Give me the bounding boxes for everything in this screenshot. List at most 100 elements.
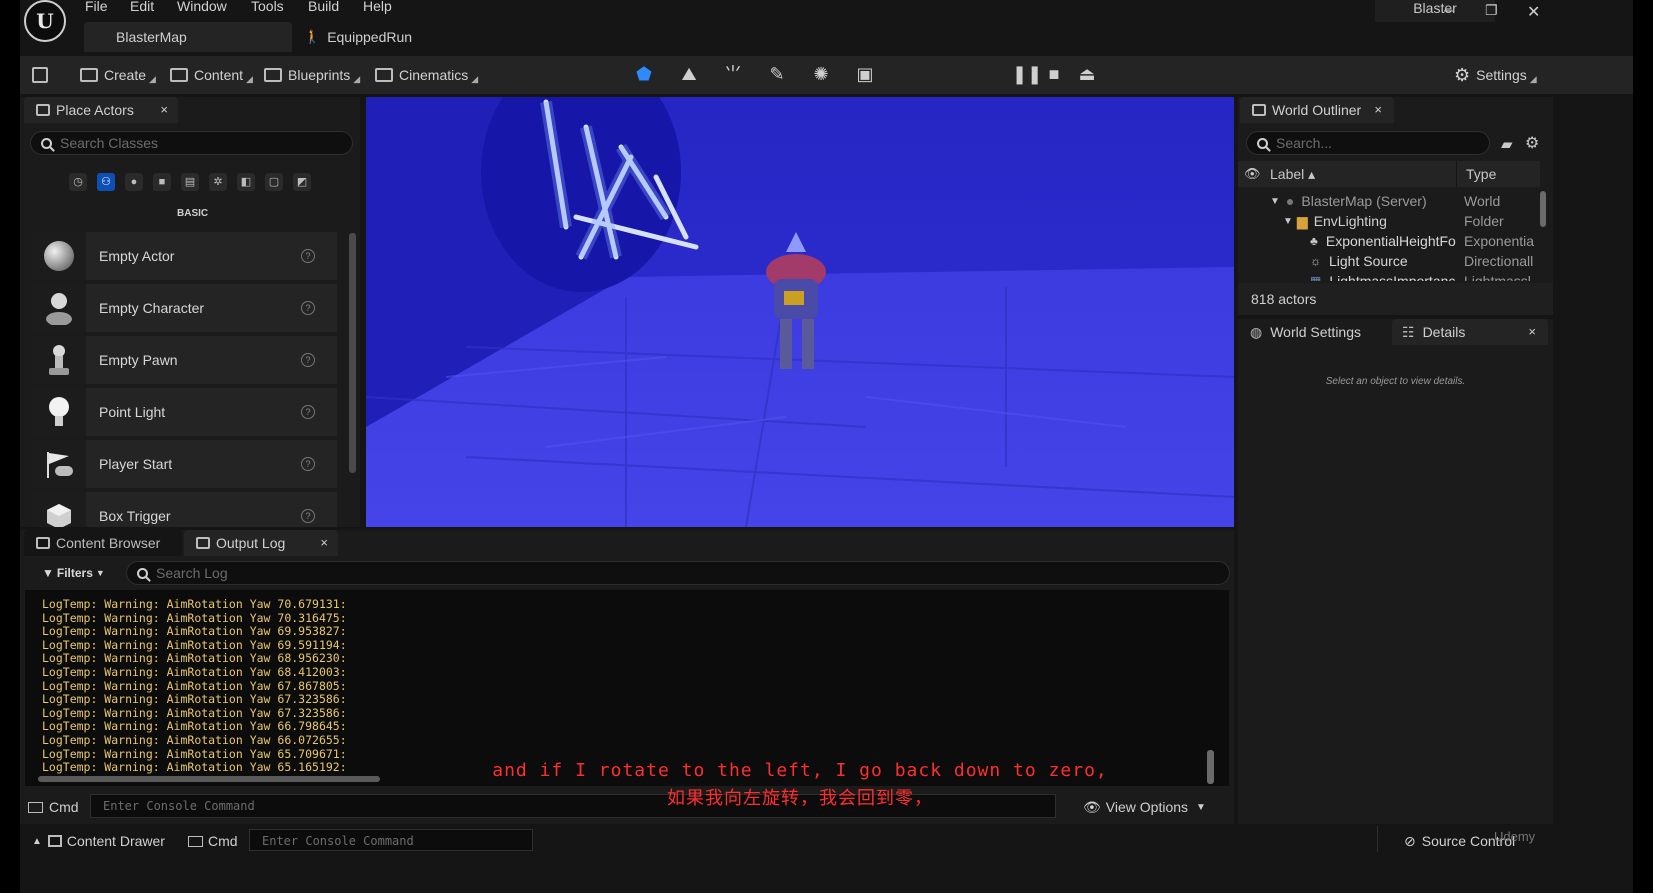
settings-button[interactable]: ⚙ Settings ◢ xyxy=(1454,56,1537,94)
tab-blastermap[interactable]: BlasterMap xyxy=(84,22,292,52)
unreal-logo-icon[interactable]: U xyxy=(24,0,66,42)
tab-equippedrun[interactable]: 🚶 EquippedRun xyxy=(304,22,444,52)
search-classes-input[interactable]: Search Classes xyxy=(30,131,353,155)
search-log-input[interactable]: Search Log xyxy=(126,561,1230,585)
outliner-row[interactable]: ▼ ▆ EnvLighting Folder xyxy=(1238,211,1538,231)
cmd-label: Cmd xyxy=(49,799,79,815)
close-icon[interactable]: × xyxy=(1528,324,1536,339)
tab-details[interactable]: ☷ Details × xyxy=(1392,319,1548,345)
actor-item-empty-pawn[interactable]: Empty Pawn ? xyxy=(32,336,337,384)
search-placeholder: Search... xyxy=(1276,135,1333,151)
cinematic-icon[interactable]: ▤ xyxy=(181,173,199,191)
actor-item-box-trigger[interactable]: Box Trigger ? xyxy=(32,492,337,527)
column-label[interactable]: Label ▴ xyxy=(1270,166,1315,183)
tab-content-browser[interactable]: Content Browser xyxy=(24,530,182,556)
animation-icon: 🚶 xyxy=(304,29,321,44)
tab-world-settings[interactable]: ◍ World Settings xyxy=(1240,319,1390,345)
tab-label: Content Browser xyxy=(56,535,161,551)
tab-label: Details xyxy=(1422,324,1466,340)
log-horizontal-scrollbar[interactable] xyxy=(38,776,380,782)
menu-file[interactable]: File xyxy=(85,0,108,14)
filters-button[interactable]: ▼ Filters ▼ xyxy=(42,563,105,583)
cinematics-button[interactable]: Cinematics ◢ xyxy=(375,56,478,94)
tab-output-log[interactable]: Output Log × xyxy=(184,530,338,556)
actor-item-empty-actor[interactable]: Empty Actor ? xyxy=(32,232,337,280)
outliner-row[interactable]: ♣ ExponentialHeightFo Exponentia xyxy=(1238,231,1538,251)
level-viewport[interactable] xyxy=(366,97,1234,527)
status-cmd-selector[interactable]: Cmd xyxy=(188,832,238,850)
shapes-icon[interactable]: ■ xyxy=(153,173,171,191)
foliage-mode-icon[interactable]: ⺌ xyxy=(723,64,743,84)
outliner-scrollbar[interactable] xyxy=(1540,191,1546,227)
help-icon[interactable]: ? xyxy=(301,353,315,367)
volumes-icon[interactable]: ▢ xyxy=(265,173,283,191)
save-button[interactable] xyxy=(32,56,54,94)
geometry-icon[interactable]: ◧ xyxy=(237,173,255,191)
tab-place-actors[interactable]: Place Actors × xyxy=(24,97,178,123)
pause-icon[interactable]: ❚❚ xyxy=(1012,64,1042,84)
minimize-icon[interactable]: – xyxy=(1444,2,1453,20)
stop-icon[interactable]: ■ xyxy=(1044,64,1064,84)
help-icon[interactable]: ? xyxy=(301,249,315,263)
menu-tools[interactable]: Tools xyxy=(251,0,284,14)
menu-help[interactable]: Help xyxy=(363,0,392,14)
content-icon xyxy=(170,68,188,82)
help-icon[interactable]: ? xyxy=(301,405,315,419)
fracture-mode-icon[interactable]: ✺ xyxy=(811,64,831,84)
outliner-type: Lightmassl xyxy=(1464,273,1531,281)
eject-icon[interactable]: ⏏ xyxy=(1077,64,1097,84)
add-folder-icon[interactable]: ▰ xyxy=(1501,135,1513,153)
cinematics-icon xyxy=(375,68,393,82)
mesh-paint-mode-icon[interactable]: ✎ xyxy=(767,64,787,84)
close-icon[interactable]: ✕ xyxy=(1527,2,1540,22)
menu-edit[interactable]: Edit xyxy=(130,0,154,14)
all-classes-icon[interactable]: ◩ xyxy=(293,173,311,191)
outliner-label: BlasterMap (Server) xyxy=(1301,193,1427,209)
log-output[interactable]: LogTemp: Warning: AimRotation Yaw 70.679… xyxy=(25,590,1229,786)
outliner-row[interactable]: ▦ LightmassImportanc Lightmassl xyxy=(1238,271,1538,281)
menu-build[interactable]: Build xyxy=(308,0,339,14)
eye-icon[interactable]: 👁 xyxy=(1244,166,1261,182)
help-icon[interactable]: ? xyxy=(301,301,315,315)
blueprints-button[interactable]: Blueprints ◢ xyxy=(264,56,360,94)
outliner-row[interactable]: ▼ ● BlasterMap (Server) World xyxy=(1238,191,1538,211)
help-icon[interactable]: ? xyxy=(301,457,315,471)
visual-effects-icon[interactable]: ✲ xyxy=(209,173,227,191)
landscape-mode-icon[interactable]: ⛰ xyxy=(679,64,699,84)
actor-label: Empty Pawn xyxy=(99,352,178,368)
outliner-search-input[interactable]: Search... xyxy=(1246,131,1490,155)
actor-list-scrollbar[interactable] xyxy=(349,233,356,473)
close-icon[interactable]: × xyxy=(1374,102,1382,117)
tab-world-outliner[interactable]: World Outliner × xyxy=(1240,97,1394,123)
close-icon[interactable]: × xyxy=(320,535,328,550)
create-button[interactable]: Create ◢ xyxy=(80,56,156,94)
recent-icon[interactable]: ◷ xyxy=(69,173,87,191)
actor-item-player-start[interactable]: Player Start ? xyxy=(32,440,337,488)
actor-item-point-light[interactable]: Point Light ? xyxy=(32,388,337,436)
lights-icon[interactable]: ● xyxy=(125,173,143,191)
close-icon[interactable]: × xyxy=(160,102,168,117)
actor-item-empty-character[interactable]: Empty Character ? xyxy=(32,284,337,332)
status-console-input[interactable]: Enter Console Command xyxy=(249,829,533,851)
cmd-selector[interactable]: Cmd xyxy=(28,798,79,816)
restore-icon[interactable]: ❐ xyxy=(1485,2,1498,19)
content-drawer-button[interactable]: ▲ Content Drawer xyxy=(32,832,165,850)
content-button[interactable]: Content ◢ xyxy=(170,56,253,94)
blueprints-label: Blueprints xyxy=(288,67,351,83)
column-type[interactable]: Type xyxy=(1466,166,1496,182)
place-actors-icon xyxy=(36,104,50,116)
select-mode-icon[interactable]: ⬟ xyxy=(634,64,654,84)
basic-icon[interactable]: ⚇ xyxy=(97,173,115,191)
details-panel: ◍ World Settings ☷ Details × Select an o… xyxy=(1238,319,1553,824)
viewport-scene xyxy=(366,97,1234,527)
log-line: LogTemp: Warning: AimRotation Yaw 70.679… xyxy=(42,597,347,611)
gear-icon[interactable]: ⚙ xyxy=(1525,133,1539,153)
help-icon[interactable]: ? xyxy=(301,509,315,523)
search-icon xyxy=(1257,137,1268,149)
brush-edit-mode-icon[interactable]: ▣ xyxy=(855,64,875,84)
search-icon xyxy=(137,567,148,579)
terminal-icon xyxy=(28,801,43,813)
settings-label: Settings xyxy=(1476,67,1527,83)
menu-window[interactable]: Window xyxy=(177,0,227,14)
outliner-row[interactable]: ☼ Light Source Directionall xyxy=(1238,251,1538,271)
